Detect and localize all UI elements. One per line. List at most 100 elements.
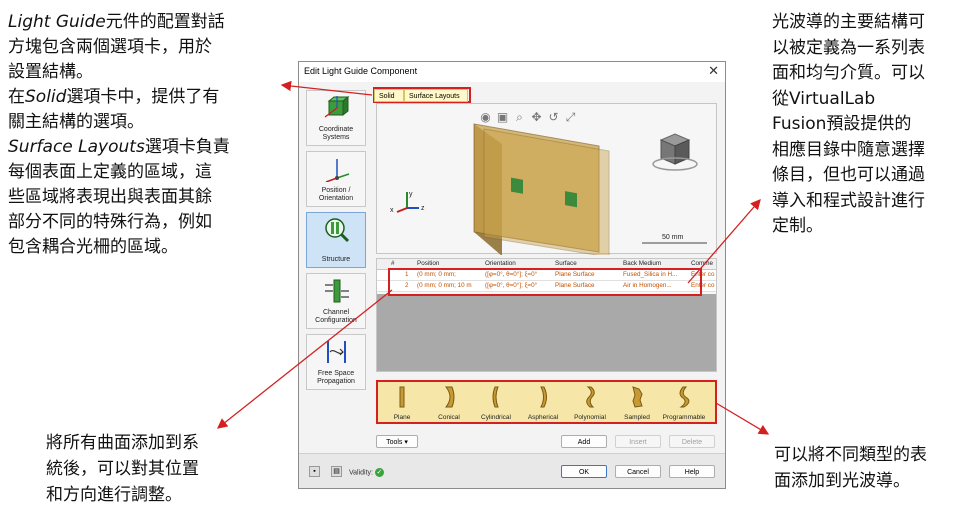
structure-magnifier-icon bbox=[325, 218, 350, 243]
ok-button[interactable]: OK bbox=[561, 465, 607, 478]
3d-viewport[interactable]: ◉ ▣ ⌕ ✥ ↺ ⤢ y x z 50 mm bbox=[376, 103, 717, 255]
scene: y x z 50 mm bbox=[390, 123, 707, 255]
surface-type-plane[interactable]: Plane bbox=[379, 385, 425, 421]
sidebar-label: Propagation bbox=[317, 378, 355, 385]
conical-surface-icon bbox=[444, 386, 455, 408]
programmable-surface-icon bbox=[679, 386, 690, 408]
note-text: 選項卡負責 bbox=[144, 137, 230, 157]
scale-label: 50 mm bbox=[662, 234, 684, 241]
note-text: 以被定義為一系列表 bbox=[772, 37, 925, 58]
sidebar-label: Orientation bbox=[318, 195, 354, 202]
axis-label-y: y bbox=[409, 191, 413, 198]
surface-type-programmable[interactable]: Programmable bbox=[661, 385, 707, 421]
tools-label: Tools bbox=[386, 439, 403, 446]
grating-region bbox=[511, 177, 523, 194]
surface-type-label: Cylindrical bbox=[481, 414, 511, 421]
sidebar-item-coordinate-systems[interactable]: Coordinate Systems bbox=[306, 90, 366, 146]
note-text: 定制。 bbox=[772, 216, 823, 236]
surface-type-polynomial[interactable]: Polynomial bbox=[567, 385, 613, 421]
sidebar-item-free-space-propagation[interactable]: Free Space Propagation bbox=[306, 334, 366, 390]
note-text: 統後，可以對其位置 bbox=[46, 459, 199, 479]
sidebar-label: Structure bbox=[321, 256, 351, 263]
edit-light-guide-dialog: Edit Light Guide Component ✕ Coordinate S… bbox=[298, 61, 726, 489]
sidebar-item-channel-configuration[interactable]: Channel Configuration bbox=[306, 273, 366, 329]
note-text: 導入和程式設計進行 bbox=[772, 190, 925, 211]
add-button[interactable]: Add bbox=[561, 435, 607, 448]
note-text: 每個表面上定義的區域，這 bbox=[8, 162, 212, 182]
surface-type-aspherical[interactable]: Aspherical bbox=[520, 385, 566, 421]
sidebar-label: Configuration bbox=[315, 317, 357, 324]
close-icon[interactable]: ✕ bbox=[708, 63, 719, 79]
surface-type-cylindrical[interactable]: Cylindrical bbox=[473, 385, 519, 421]
validity-label: Validity: bbox=[349, 469, 373, 477]
validity-indicator: Validity: ✓ bbox=[349, 468, 384, 477]
cancel-button[interactable]: Cancel bbox=[615, 465, 661, 478]
dialog-title: Edit Light Guide Component bbox=[304, 66, 418, 76]
title-bar: Edit Light Guide Component ✕ bbox=[299, 62, 725, 82]
note-text: 和方向進行調整。 bbox=[46, 485, 182, 505]
surface-type-label: Conical bbox=[438, 414, 460, 421]
axis-label-x: x bbox=[390, 207, 394, 214]
annotation-bottom-right: 可以將不同類型的表 面添加到光波導。 bbox=[774, 442, 927, 494]
save-icon[interactable]: ▪ bbox=[309, 466, 320, 477]
help-button[interactable]: Help bbox=[669, 465, 715, 478]
annotation-bottom-left: 將所有曲面添加到系 統後，可以對其位置 和方向進行調整。 bbox=[46, 430, 199, 508]
note-text: 部分不同的特殊行為，例如 bbox=[8, 212, 212, 232]
rows-highlight bbox=[388, 268, 702, 296]
aspherical-surface-icon bbox=[540, 386, 547, 408]
note-text: 將所有曲面添加到系 bbox=[46, 433, 199, 453]
check-icon: ✓ bbox=[374, 468, 384, 477]
tools-dropdown-icon: ▾ bbox=[404, 439, 408, 446]
grating-region bbox=[565, 191, 577, 208]
sidebar-label: Systems bbox=[322, 134, 350, 141]
tools-button[interactable]: Tools ▾ bbox=[376, 435, 418, 448]
tab-surface-layouts[interactable]: Surface Layouts bbox=[404, 89, 468, 102]
plate-back bbox=[483, 128, 610, 255]
surface-type-label: Aspherical bbox=[527, 414, 559, 421]
term-light-guide: Light Guide bbox=[8, 12, 106, 32]
coordinate-cube-icon bbox=[324, 95, 350, 118]
cylindrical-surface-icon bbox=[492, 386, 499, 408]
surface-type-label: Polynomial bbox=[574, 414, 606, 421]
catalog-icon[interactable]: ▤ bbox=[331, 466, 342, 477]
note-text: 些區域將表現出與表面其餘 bbox=[8, 187, 212, 207]
annotation-left: Light Guide元件的配置對話 方塊包含兩個選項卡，用於 設置結構。 在S… bbox=[8, 10, 230, 260]
delete-button[interactable]: Delete bbox=[669, 435, 715, 448]
sidebar-label: Free Space bbox=[317, 370, 355, 377]
surface-type-label: Plane bbox=[393, 414, 411, 421]
term-solid: Solid bbox=[25, 87, 67, 107]
note-text: 在 bbox=[8, 87, 25, 107]
insert-button[interactable]: Insert bbox=[615, 435, 661, 448]
plane-surface-icon bbox=[399, 386, 405, 408]
note-text: Fusion預設提供的 bbox=[772, 114, 912, 134]
note-text: 條目，但也可以通過 bbox=[772, 165, 925, 185]
note-text: 相應目錄中隨意選擇 bbox=[772, 139, 925, 160]
sidebar-label: Channel bbox=[322, 309, 350, 316]
sampled-surface-icon bbox=[632, 386, 643, 408]
sidebar-item-structure[interactable]: Structure bbox=[306, 212, 366, 268]
note-text: 面添加到光波導。 bbox=[774, 471, 910, 491]
axis-label-z: z bbox=[421, 205, 425, 212]
annotation-right: 光波導的主要結構可 以被定義為一系列表 面和均勻介質。可以 從VirtualLa… bbox=[772, 10, 925, 240]
sidebar-label: Coordinate bbox=[318, 126, 354, 133]
x-axis bbox=[396, 207, 408, 213]
note-text: 可以將不同類型的表 bbox=[774, 445, 927, 465]
position-axes-icon bbox=[325, 159, 350, 182]
note-text: 包含耦合光柵的區域。 bbox=[8, 237, 178, 257]
sidebar-item-position-orientation[interactable]: Position / Orientation bbox=[306, 151, 366, 207]
note-text: 設置結構。 bbox=[8, 62, 93, 82]
term-surface-layouts: Surface Layouts bbox=[8, 137, 145, 157]
surface-type-label: Sampled bbox=[624, 414, 650, 421]
note-text: 選項卡中，提供了有 bbox=[66, 87, 220, 107]
surface-type-conical[interactable]: Conical bbox=[426, 385, 472, 421]
note-text: 方塊包含兩個選項卡，用於 bbox=[8, 37, 212, 57]
tab-solid[interactable]: Solid bbox=[374, 89, 404, 102]
note-text: 從VirtualLab bbox=[772, 88, 876, 109]
sidebar-label: Position / bbox=[321, 187, 351, 194]
surface-type-sampled[interactable]: Sampled bbox=[614, 385, 660, 421]
note-text: 關主結構的選項。 bbox=[8, 112, 144, 132]
surface-type-palette: Plane Conical Cylindrical Aspherical Pol… bbox=[376, 380, 717, 424]
channel-icon bbox=[325, 279, 349, 303]
free-space-icon bbox=[327, 341, 346, 363]
polynomial-surface-icon bbox=[586, 386, 595, 408]
